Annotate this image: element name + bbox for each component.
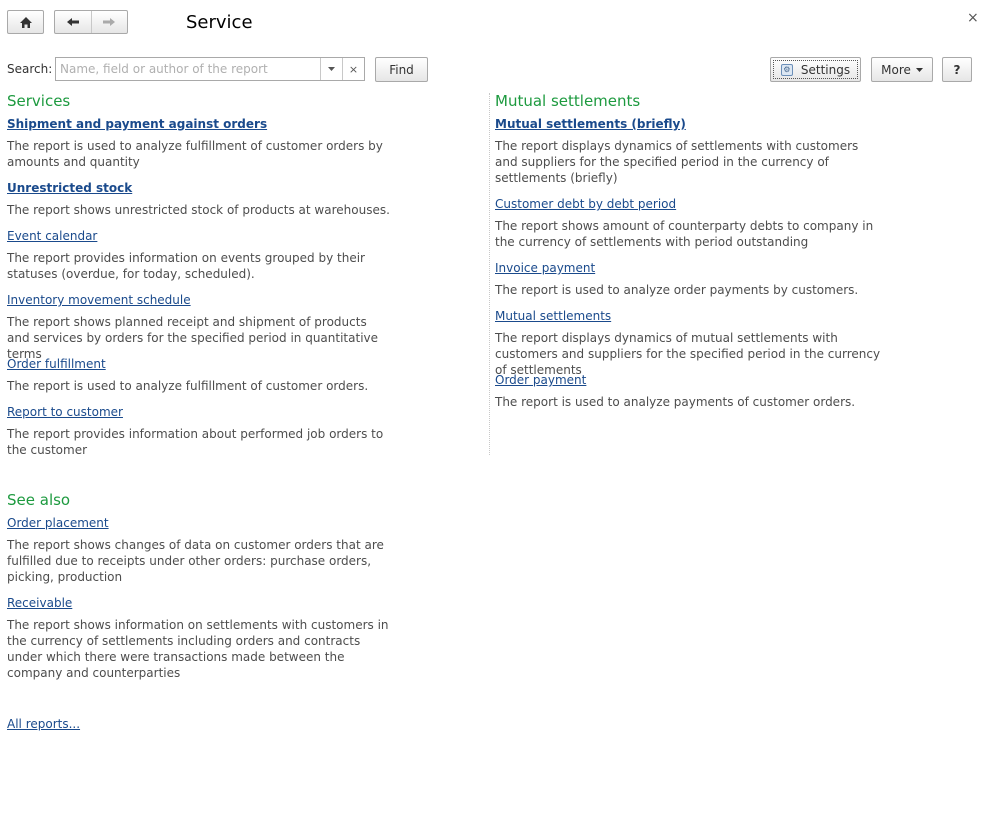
report-link[interactable]: Customer debt by debt period <box>495 196 895 212</box>
report-item: Event calendar The report provides infor… <box>7 228 407 282</box>
report-item: Order placement The report shows changes… <box>7 515 407 585</box>
report-description: The report shows information on settleme… <box>7 618 389 680</box>
report-link[interactable]: Invoice payment <box>495 260 895 276</box>
arrow-left-icon <box>66 18 79 26</box>
search-input[interactable] <box>56 58 320 80</box>
find-button[interactable]: Find <box>375 57 428 82</box>
report-link[interactable]: Unrestricted stock <box>7 180 407 196</box>
report-description: The report provides information about pe… <box>7 427 384 457</box>
help-button[interactable]: ? <box>942 57 972 82</box>
forward-button[interactable] <box>90 11 128 33</box>
report-item: Shipment and payment against orders The … <box>7 116 407 170</box>
report-link[interactable]: Order payment <box>495 372 895 388</box>
report-item: Order payment The report is used to anal… <box>495 372 895 410</box>
report-link[interactable]: Event calendar <box>7 228 407 244</box>
report-description: The report is used to analyze payments o… <box>495 395 856 409</box>
report-link[interactable]: Inventory movement schedule <box>7 292 407 308</box>
report-description: The report shows planned receipt and shi… <box>7 315 379 361</box>
report-link[interactable]: Mutual settlements (briefly) <box>495 116 895 132</box>
settings-label: Settings <box>800 62 851 77</box>
services-heading: Services <box>7 92 71 110</box>
all-reports-item: All reports... <box>7 716 407 732</box>
report-item: Report to customer The report provides i… <box>7 404 407 458</box>
more-button[interactable]: More <box>871 57 933 82</box>
mutual-settlements-heading: Mutual settlements <box>495 92 641 110</box>
report-item: Customer debt by debt period The report … <box>495 196 895 250</box>
report-description: The report is used to analyze order paym… <box>495 283 859 297</box>
report-item: Receivable The report shows information … <box>7 595 407 681</box>
chevron-down-icon <box>915 67 923 72</box>
arrow-right-icon <box>103 18 116 26</box>
report-description: The report provides information on event… <box>7 251 365 281</box>
report-link[interactable]: Shipment and payment against orders <box>7 116 407 132</box>
search-history-dropdown[interactable] <box>320 58 342 80</box>
clear-search-button[interactable]: × <box>342 58 364 80</box>
back-button[interactable] <box>55 11 91 33</box>
report-link[interactable]: Report to customer <box>7 404 407 420</box>
home-button[interactable] <box>7 10 44 34</box>
report-description: The report is used to analyze fulfillmen… <box>7 139 383 169</box>
see-also-heading: See also <box>7 491 71 509</box>
search-box: × <box>55 57 365 81</box>
settings-icon: ⚙ <box>780 63 793 76</box>
report-link[interactable]: Order fulfillment <box>7 356 407 372</box>
report-description: The report shows changes of data on cust… <box>7 538 384 584</box>
report-item: Invoice payment The report is used to an… <box>495 260 895 298</box>
close-icon[interactable]: × <box>967 10 979 26</box>
report-description: The report shows unrestricted stock of p… <box>7 203 390 217</box>
more-label: More <box>881 62 911 77</box>
navigation-buttons <box>54 10 128 34</box>
report-item: Mutual settlements The report displays d… <box>495 308 895 378</box>
chevron-down-icon <box>328 67 335 71</box>
report-link[interactable]: Receivable <box>7 595 407 611</box>
search-label: Search: <box>7 62 53 76</box>
report-item: Inventory movement schedule The report s… <box>7 292 407 362</box>
report-item: Order fulfillment The report is used to … <box>7 356 407 394</box>
settings-button[interactable]: ⚙ Settings <box>770 57 861 82</box>
all-reports-link[interactable]: All reports... <box>7 716 407 732</box>
home-icon <box>19 16 32 28</box>
report-link[interactable]: Mutual settlements <box>495 308 895 324</box>
report-description: The report is used to analyze fulfillmen… <box>7 379 369 393</box>
column-divider <box>489 93 490 455</box>
report-description: The report displays dynamics of settleme… <box>495 139 859 185</box>
report-item: Mutual settlements (briefly) The report … <box>495 116 895 186</box>
report-description: The report displays dynamics of mutual s… <box>495 331 881 377</box>
report-link[interactable]: Order placement <box>7 515 407 531</box>
report-description: The report shows amount of counterparty … <box>495 219 874 249</box>
page-title: Service <box>186 12 253 33</box>
report-item: Unrestricted stock The report shows unre… <box>7 180 407 218</box>
